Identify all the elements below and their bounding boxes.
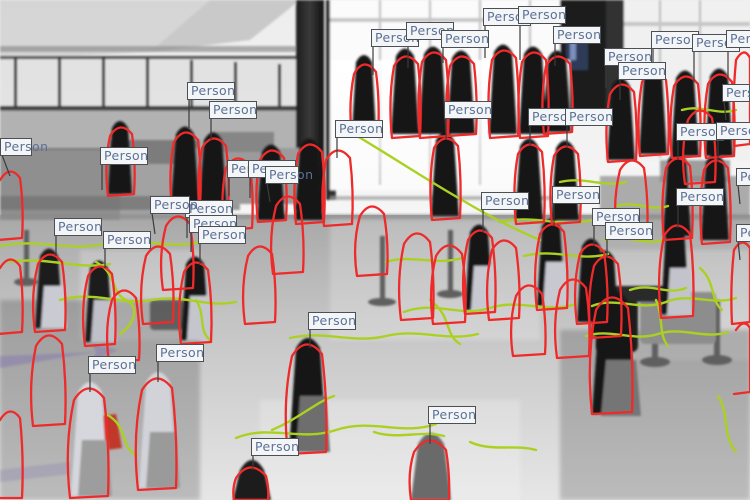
leader-line (737, 184, 741, 205)
detection-label[interactable]: Person (103, 231, 151, 249)
detection-label[interactable]: Person (736, 168, 750, 186)
detection-label[interactable]: Person (552, 186, 600, 204)
detection-label[interactable]: Person (441, 30, 489, 48)
detection-label[interactable]: Person (0, 138, 48, 156)
detection-label[interactable]: Person (251, 438, 299, 456)
detection-label[interactable]: Person (565, 108, 613, 126)
leader-line (266, 182, 271, 203)
detection-label[interactable]: Person (481, 192, 529, 210)
detection-label[interactable]: Person (156, 344, 204, 362)
detection-label[interactable]: Person (716, 122, 750, 140)
detection-label[interactable]: Person (198, 226, 246, 244)
detection-label[interactable]: Person (335, 120, 383, 138)
detection-label[interactable]: Person (308, 312, 356, 330)
detection-label[interactable]: Person (518, 6, 566, 24)
detection-label[interactable]: Person (209, 101, 257, 119)
detection-label[interactable]: Person (726, 30, 750, 48)
leader-line (151, 212, 156, 235)
detection-frame: Person Person Person Person Person Person Pers… (0, 0, 750, 500)
detection-label[interactable]: Person (428, 406, 476, 424)
detection-label[interactable]: Person (605, 222, 653, 240)
detection-label[interactable]: Person (265, 166, 313, 184)
detection-label[interactable]: Person (722, 84, 750, 102)
detection-label[interactable]: Person (736, 224, 750, 242)
detection-label[interactable]: Person (150, 196, 198, 214)
detection-label[interactable]: Person (54, 218, 102, 236)
detection-label[interactable]: Person (553, 26, 601, 44)
detection-label[interactable]: Person (618, 62, 666, 80)
detection-label[interactable]: Person (88, 356, 136, 374)
detection-label[interactable]: Person (676, 188, 724, 206)
detection-label[interactable]: Person (444, 101, 492, 119)
detection-label[interactable]: Person (100, 147, 148, 165)
detection-label[interactable]: Person (187, 82, 235, 100)
